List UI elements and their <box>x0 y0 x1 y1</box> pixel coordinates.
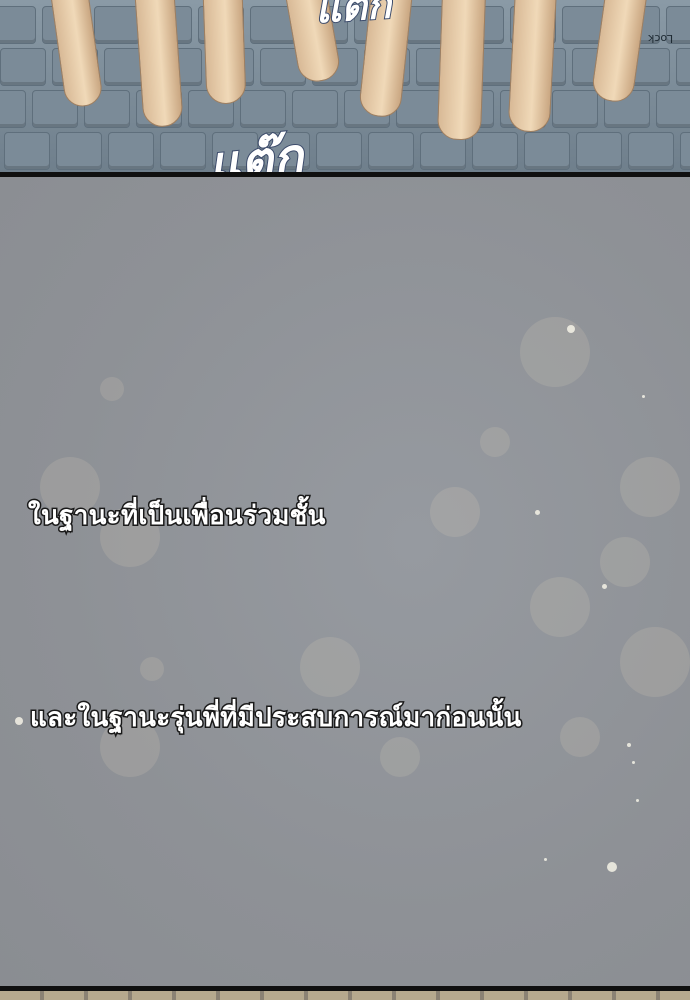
keyboard-lock-label: Lock <box>648 32 674 45</box>
keyboard-panel: Lock แต๊ก แต๊ก <box>0 0 690 172</box>
sparkle <box>15 717 23 725</box>
sound-effect-upper: แต๊ก <box>313 0 394 34</box>
narration-line: และในฐานะรุ่นพี่ที่มีประสบการณ์มาก่อนนั้… <box>29 702 523 735</box>
keyboard-row <box>0 48 690 86</box>
sparkle <box>642 395 645 398</box>
next-panel-edge <box>0 991 690 1000</box>
bokeh-light <box>300 637 360 697</box>
bokeh-light <box>530 577 590 637</box>
bokeh-light <box>380 737 420 777</box>
bokeh-light <box>100 377 124 401</box>
sparkle <box>627 743 631 747</box>
sound-effect-lower: แต๊ก <box>204 126 307 172</box>
sparkle <box>535 510 540 515</box>
bokeh-light <box>620 457 680 517</box>
finger <box>201 0 247 105</box>
bokeh-light <box>140 657 164 681</box>
sparkle <box>544 858 547 861</box>
sparkle <box>632 761 635 764</box>
bokeh-light <box>600 537 650 587</box>
sparkle <box>607 862 617 872</box>
narration-line: ในฐานะที่เป็นเพื่อนร่วมชั้น <box>27 500 327 533</box>
keyboard-row <box>4 132 690 170</box>
bokeh-light <box>620 627 690 697</box>
sparkle <box>567 325 575 333</box>
bokeh-light <box>430 487 480 537</box>
sparkle <box>602 584 607 589</box>
narration-panel: ในฐานะที่เป็นเพื่อนร่วมชั้น และในฐานะรุ่… <box>0 177 690 986</box>
keyboard-row <box>0 90 690 128</box>
bokeh-light <box>480 427 510 457</box>
sparkle <box>636 799 639 802</box>
bokeh-light <box>560 717 600 757</box>
finger <box>436 0 488 141</box>
bokeh-light <box>520 317 590 387</box>
